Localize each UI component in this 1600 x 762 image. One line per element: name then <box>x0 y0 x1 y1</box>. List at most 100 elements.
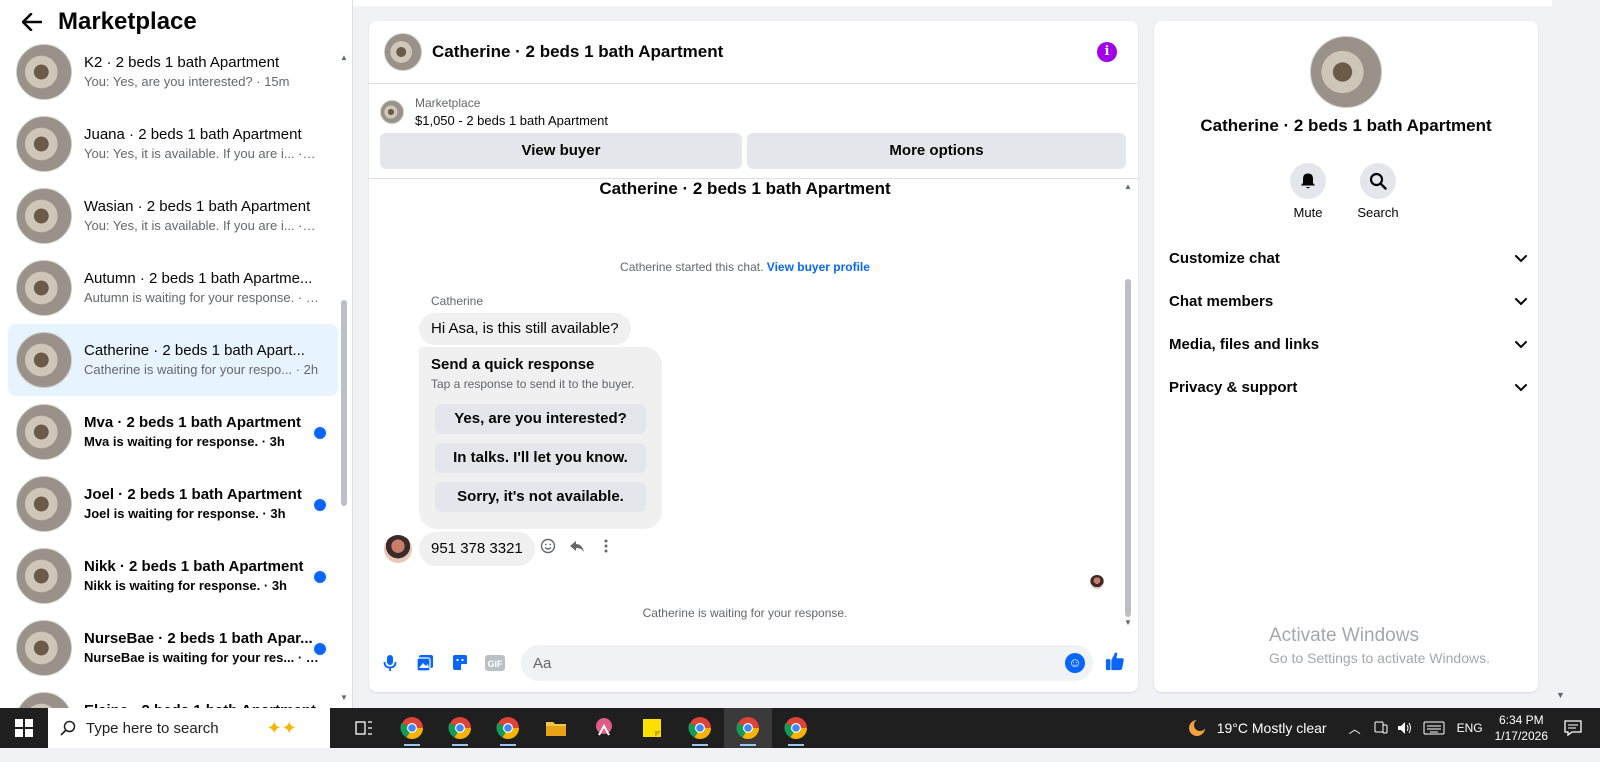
sidebar-scroll-thumb[interactable] <box>341 300 347 506</box>
conversation-preview: You: Yes, it is available. If you are i.… <box>84 146 319 161</box>
snipping-tool-icon[interactable] <box>580 708 628 748</box>
chrome-icon[interactable] <box>388 708 436 748</box>
volume-icon[interactable] <box>1397 721 1413 735</box>
quick-reply-button[interactable]: In talks. I'll let you know. <box>435 443 646 473</box>
search-icon[interactable] <box>1360 163 1396 199</box>
reply-icon[interactable] <box>568 538 586 556</box>
scroll-down-arrow-icon[interactable]: ▼ <box>340 694 348 702</box>
conversation-thumbnail <box>16 548 72 604</box>
quick-response-card: Send a quick response Tap a response to … <box>419 347 662 529</box>
chat-title[interactable]: Catherine · 2 beds 1 bath Apartment <box>432 42 723 62</box>
chevron-up-icon[interactable]: ︿ <box>1349 720 1361 737</box>
conversation-item[interactable]: NurseBae · 2 beds 1 bath Apar... NurseBae… <box>8 612 338 684</box>
info-icon[interactable]: i <box>1097 42 1117 62</box>
chat-avatar[interactable] <box>384 33 422 71</box>
conversation-item[interactable]: Juana · 2 beds 1 bath Apartment You: Yes,… <box>8 108 338 180</box>
more-options-button[interactable]: More options <box>747 133 1126 169</box>
unread-dot <box>314 499 326 511</box>
chrome-icon[interactable] <box>724 708 772 748</box>
conversation-title: NurseBae · 2 beds 1 bath Apar... <box>84 630 313 647</box>
back-arrow-icon[interactable] <box>20 10 44 34</box>
windows-start-icon[interactable] <box>0 708 48 748</box>
search-label: Search <box>1357 205 1399 220</box>
conversation-item[interactable]: Catherine · 2 beds 1 bath Apart... Cather… <box>8 324 338 396</box>
conversation-text: Joel · 2 beds 1 bath Apartment Joel is wa… <box>84 485 319 523</box>
scroll-up-arrow-icon[interactable]: ▲ <box>340 54 348 62</box>
conversation-thumbnail <box>16 620 72 676</box>
conversation-item[interactable]: Nikk · 2 beds 1 bath Apartment Nikk is wa… <box>8 540 338 612</box>
conversation-item[interactable]: K2 · 2 beds 1 bath Apartment You: Yes, ar… <box>8 36 338 108</box>
thumbs-up-icon[interactable] <box>1105 651 1125 671</box>
page-scrollbar[interactable]: ▼ <box>1552 0 1568 719</box>
conversation-thumbnail <box>16 476 72 532</box>
listing-thumbnail <box>380 100 404 124</box>
sidebar-scrollbar[interactable]: ▲ ▼ <box>340 52 348 702</box>
sticker-icon[interactable] <box>450 653 470 673</box>
chevron-down-icon <box>1515 341 1527 349</box>
scroll-down-arrow-icon[interactable]: ▼ <box>1124 619 1132 627</box>
sidebar-header: Marketplace <box>0 0 340 44</box>
conversation-preview: NurseBae is waiting for your res... · 4h <box>84 650 319 665</box>
conversation-preview: Mva is waiting for response. · 3h <box>84 434 285 449</box>
keyboard-icon[interactable] <box>1423 721 1445 735</box>
privacy-support-section[interactable]: Privacy & support <box>1169 372 1529 402</box>
scroll-down-arrow-icon[interactable]: ▼ <box>1556 690 1565 700</box>
conversation-item[interactable]: Joel · 2 beds 1 bath Apartment Joel is wa… <box>8 468 338 540</box>
taskbar-search-box[interactable]: Type here to search ✦✦ <box>48 708 330 748</box>
bell-icon[interactable] <box>1290 163 1326 199</box>
listing-info[interactable]: Marketplace $1,050 - 2 beds 1 bath Apart… <box>380 95 608 129</box>
weather-moon-icon[interactable] <box>1187 718 1207 738</box>
emoji-icon[interactable]: ☺ <box>1065 653 1085 673</box>
incoming-message[interactable]: Hi Asa, is this still available? <box>419 313 631 345</box>
photo-icon[interactable] <box>415 653 435 673</box>
chrome-icon[interactable] <box>676 708 724 748</box>
started-text: Catherine started this chat. <box>620 260 764 274</box>
task-view-icon[interactable] <box>340 708 388 748</box>
more-vertical-icon[interactable] <box>597 538 615 556</box>
gif-icon[interactable]: GIF <box>485 653 505 673</box>
microphone-icon[interactable] <box>380 653 400 673</box>
conversation-item[interactable]: Autumn · 2 beds 1 bath Apartme... Autumn … <box>8 252 338 324</box>
chevron-down-icon <box>1515 255 1527 263</box>
chat-panel: Catherine · 2 beds 1 bath Apartment i Ma… <box>369 21 1138 692</box>
conversation-item[interactable]: Wasian · 2 beds 1 bath Apartment You: Yes… <box>8 180 338 252</box>
language-indicator[interactable]: ENG <box>1457 721 1483 735</box>
view-buyer-profile-link[interactable]: View buyer profile <box>767 260 870 274</box>
scroll-up-arrow-icon[interactable]: ▲ <box>1124 183 1132 191</box>
customize-chat-section[interactable]: Customize chat <box>1169 243 1529 273</box>
file-explorer-icon[interactable] <box>532 708 580 748</box>
mute-label: Mute <box>1293 205 1323 220</box>
phone-message[interactable]: 951 378 3321 <box>419 532 535 566</box>
search-action[interactable]: Search <box>1348 163 1408 220</box>
message-input[interactable] <box>521 645 1041 681</box>
chat-scroll-thumb[interactable] <box>1125 279 1131 617</box>
network-icon[interactable] <box>1373 721 1389 735</box>
quick-reply-button[interactable]: Yes, are you interested? <box>435 404 646 434</box>
chrome-icon[interactable] <box>484 708 532 748</box>
quick-reply-button[interactable]: Sorry, it's not available. <box>435 482 646 512</box>
mute-action[interactable]: Mute <box>1278 163 1338 220</box>
chat-scrollbar[interactable]: ▲ ▼ <box>1124 183 1132 627</box>
conversation-title: Autumn · 2 beds 1 bath Apartme... <box>84 270 313 287</box>
chrome-icon[interactable] <box>772 708 820 748</box>
media-files-links-section[interactable]: Media, files and links <box>1169 329 1529 359</box>
conversation-thumbnail <box>16 188 72 244</box>
conversation-item[interactable]: Mva · 2 beds 1 bath Apartment Mva is wait… <box>8 396 338 468</box>
profile-avatar[interactable] <box>1310 36 1382 108</box>
chrome-icon[interactable] <box>436 708 484 748</box>
conversation-title: Mva · 2 beds 1 bath Apartment <box>84 414 301 431</box>
svg-text:GIF: GIF <box>488 659 504 669</box>
windows-taskbar: Type here to search ✦✦ 19°C Mostly clear… <box>0 708 1600 748</box>
react-emoji-icon[interactable] <box>539 538 557 556</box>
chat-members-section[interactable]: Chat members <box>1169 286 1529 316</box>
sticky-notes-icon[interactable] <box>628 708 676 748</box>
view-buyer-button[interactable]: View buyer <box>380 133 742 169</box>
notification-icon[interactable] <box>1564 720 1582 736</box>
weather-text[interactable]: 19°C Mostly clear <box>1217 720 1327 736</box>
buyer-avatar[interactable] <box>384 535 412 563</box>
conversation-thumbnail <box>16 404 72 460</box>
conversation-text: Catherine · 2 beds 1 bath Apart... Cather… <box>84 341 319 379</box>
chevron-down-icon <box>1515 298 1527 306</box>
conversation-text: Mva · 2 beds 1 bath Apartment Mva is wait… <box>84 413 319 451</box>
clock[interactable]: 6:34 PM 1/17/2026 <box>1495 712 1548 744</box>
